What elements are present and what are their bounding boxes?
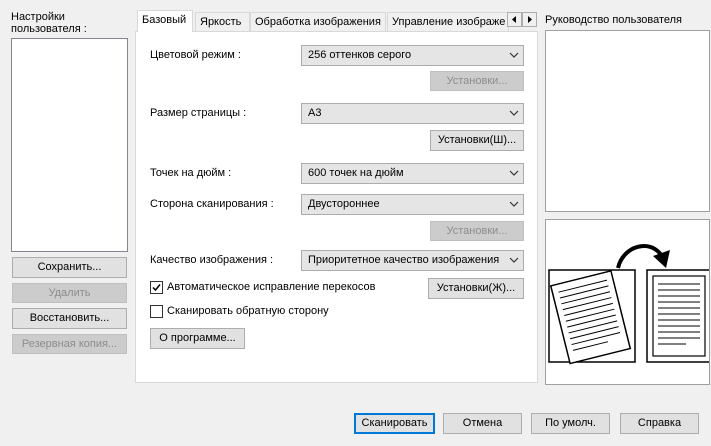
dpi-label: Точек на дюйм : — [150, 167, 232, 179]
user-settings-list[interactable] — [11, 38, 128, 252]
page-size-select[interactable]: A3 — [301, 103, 524, 124]
image-quality-label: Качество изображения : — [150, 254, 274, 266]
chevron-down-icon — [509, 170, 519, 176]
arrow-right-icon — [528, 16, 532, 23]
chevron-down-icon — [509, 52, 519, 58]
scan-side-select[interactable]: Двустороннее — [301, 194, 524, 215]
color-mode-settings-button[interactable]: Установки... — [430, 71, 524, 91]
deskew-settings-button[interactable]: Установки(Ж)... — [428, 278, 524, 299]
scan-button[interactable]: Сканировать — [354, 413, 435, 434]
page-size-settings-button[interactable]: Установки(Ш)... — [430, 130, 524, 151]
default-button[interactable]: По умолч. — [531, 413, 610, 434]
scan-side-value: Двустороннее — [308, 198, 380, 210]
tab-brightness[interactable]: Яркость — [195, 12, 250, 31]
deskew-label[interactable]: Автоматическое исправление перекосов — [167, 281, 375, 294]
chevron-down-icon — [509, 110, 519, 116]
user-guide-text-area — [545, 30, 710, 212]
tab-image-management[interactable]: Управление изображе — [387, 12, 509, 31]
color-mode-value: 256 оттенков серого — [308, 49, 412, 61]
image-quality-value: Приоритетное качество изображения — [308, 254, 500, 266]
deskew-checkbox[interactable] — [150, 281, 163, 294]
tab-basic[interactable]: Базовый — [137, 10, 193, 32]
deskew-illustration — [545, 219, 710, 385]
page-size-value: A3 — [308, 107, 322, 119]
delete-button[interactable]: Удалить — [12, 283, 127, 303]
restore-button[interactable]: Восстановить... — [12, 308, 127, 329]
tab-image-processing[interactable]: Обработка изображения — [250, 12, 386, 31]
arrow-left-icon — [512, 16, 516, 23]
dpi-value: 600 точек на дюйм — [308, 167, 404, 179]
color-mode-label: Цветовой режим : — [150, 49, 241, 61]
deskew-preview-image — [548, 244, 709, 365]
cancel-button[interactable]: Отмена — [443, 413, 522, 434]
scan-side-label: Сторона сканирования : — [150, 198, 274, 210]
tab-scroll-left-button[interactable] — [507, 12, 522, 27]
scan-back-side-checkbox[interactable] — [150, 305, 163, 318]
user-guide-label: Руководство пользователя — [545, 14, 682, 26]
about-button[interactable]: О программе... — [150, 328, 245, 349]
dpi-select[interactable]: 600 точек на дюйм — [301, 163, 524, 184]
tab-scroll-right-button[interactable] — [522, 12, 537, 27]
scan-back-side-label[interactable]: Сканировать обратную сторону — [167, 305, 329, 318]
backup-button[interactable]: Резервная копия... — [12, 334, 127, 354]
color-mode-select[interactable]: 256 оттенков серого — [301, 45, 524, 66]
save-button[interactable]: Сохранить... — [12, 257, 127, 278]
help-button[interactable]: Справка — [620, 413, 699, 434]
page-size-label: Размер страницы : — [150, 107, 247, 119]
user-settings-label: Настройки пользователя : — [11, 11, 87, 35]
image-quality-select[interactable]: Приоритетное качество изображения — [301, 250, 524, 271]
scan-side-settings-button[interactable]: Установки... — [430, 221, 524, 241]
checkmark-icon — [152, 284, 161, 292]
chevron-down-icon — [509, 201, 519, 207]
chevron-down-icon — [509, 257, 519, 263]
